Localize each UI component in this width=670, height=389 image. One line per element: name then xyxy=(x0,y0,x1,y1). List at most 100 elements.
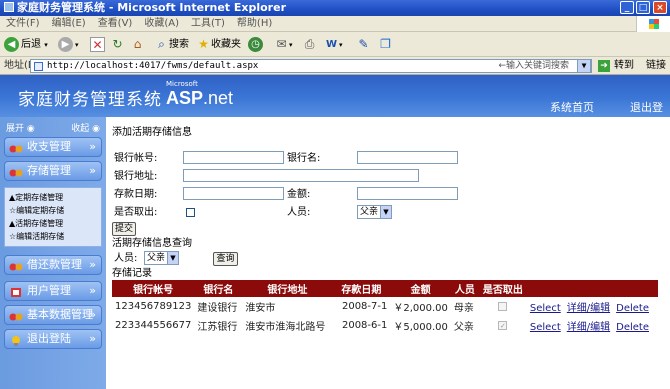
page-icon xyxy=(34,62,43,71)
coins-icon xyxy=(9,142,23,153)
address-dropdown[interactable]: ▼ xyxy=(577,59,591,73)
stop-button[interactable]: ✕ xyxy=(90,35,105,54)
submenu-edit-fixed[interactable]: ☆编辑定期存储 xyxy=(5,204,101,217)
windows-logo-icon xyxy=(636,16,670,32)
withdrawn-checkbox-disabled xyxy=(498,301,508,311)
collapse-all-button[interactable]: 收起 ◉ xyxy=(71,121,100,134)
address-bar: 地址(D) http://localhost:4017/fwms/default… xyxy=(0,57,670,75)
column-header: 银行地址 xyxy=(242,280,333,297)
cell-withdrawn: ✓ xyxy=(479,316,527,335)
query-person-select[interactable]: 父亲 ▼ xyxy=(144,251,179,265)
table-row: 123456789123 建设银行 淮安市 2008-7-1 ￥2,000.00… xyxy=(112,297,658,316)
menu-help[interactable]: 帮助(H) xyxy=(237,18,272,29)
menu-edit[interactable]: 编辑(E) xyxy=(52,18,86,29)
refresh-button[interactable]: ↻ xyxy=(110,35,125,54)
column-header: 人员 xyxy=(450,280,479,297)
person-label: 人员: xyxy=(287,207,311,218)
bank-name-input[interactable] xyxy=(357,151,458,164)
maximize-button[interactable]: □ xyxy=(636,1,650,14)
cell-bank: 江苏银行 xyxy=(197,322,238,333)
nav-home-link[interactable]: 系统首页 xyxy=(550,99,594,115)
submenu-fixed-storage[interactable]: ▲定期存储管理 xyxy=(5,191,101,204)
chevron-right-icon: » xyxy=(89,140,96,153)
go-button[interactable]: 转到 xyxy=(614,57,634,75)
select-link[interactable]: Select xyxy=(530,303,561,314)
search-button[interactable]: ⌕ 搜索 xyxy=(154,35,189,54)
menu-view[interactable]: 查看(V) xyxy=(98,18,133,29)
submit-button[interactable]: 提交 xyxy=(112,222,136,236)
messenger-icon: ✎ xyxy=(358,36,369,51)
table-row: 223344556677 江苏银行 淮安市淮海北路号 2008-6-1 ￥5,0… xyxy=(112,316,658,335)
research-button[interactable]: ❐ xyxy=(378,35,393,54)
column-header: 金额 xyxy=(390,280,451,297)
print-button[interactable]: ⎙ xyxy=(302,35,317,54)
lightbulb-icon xyxy=(9,334,23,346)
menu-file[interactable]: 文件(F) xyxy=(6,18,40,29)
delete-link[interactable]: Delete xyxy=(616,303,649,314)
expand-all-button[interactable]: 展开 ◉ xyxy=(6,121,35,134)
menu-tools[interactable]: 工具(T) xyxy=(191,18,225,29)
minimize-button[interactable]: _ xyxy=(620,1,634,14)
sidebar-item-basic-data[interactable]: 基本数据管理» xyxy=(4,305,102,325)
close-button[interactable]: × xyxy=(653,1,667,14)
column-header: 银行帐号 xyxy=(112,280,195,297)
deposit-date-input[interactable] xyxy=(183,187,284,200)
print-icon: ⎙ xyxy=(304,36,315,51)
column-header: 存款日期 xyxy=(332,280,391,297)
bank-account-input[interactable] xyxy=(183,151,284,164)
history-button[interactable]: ◷ xyxy=(248,35,265,54)
home-button[interactable]: ⌂ xyxy=(130,35,145,54)
links-button[interactable]: 链接 xyxy=(646,57,666,75)
form-section-title: 添加活期存储信息 xyxy=(112,127,192,138)
word-icon: W xyxy=(325,38,338,50)
sidebar-item-storage[interactable]: 存储管理» xyxy=(4,161,102,181)
select-link[interactable]: Select xyxy=(530,322,561,333)
bank-account-label: 银行帐号: xyxy=(114,153,158,164)
amount-input[interactable] xyxy=(357,187,458,200)
query-button[interactable]: 查询 xyxy=(213,252,238,266)
deposit-date-label: 存款日期: xyxy=(114,189,158,200)
sidebar-item-logout[interactable]: 退出登陆» xyxy=(4,329,102,349)
submenu-current-storage[interactable]: ▲活期存储管理 xyxy=(5,217,101,230)
sidebar-item-income[interactable]: 收支管理» xyxy=(4,137,102,157)
edit-link[interactable]: 详细/编辑 xyxy=(567,322,610,333)
user-icon xyxy=(9,286,23,297)
cell-amount: ￥5,000.00 xyxy=(393,322,448,333)
sidebar: 展开 ◉ 收起 ◉ 收支管理» 存储管理» ▲定期存储管理 ☆编辑定期存储 ▲活… xyxy=(0,117,106,389)
bank-name-label: 银行名: xyxy=(287,153,321,164)
messenger-button[interactable]: ✎ xyxy=(356,35,371,54)
forward-button[interactable]: ▶ ▾ xyxy=(58,35,79,54)
coins-icon xyxy=(9,310,23,321)
chevron-right-icon: » xyxy=(89,284,96,297)
address-url: http://localhost:4017/fwms/default.aspx xyxy=(47,61,259,71)
window-titlebar: 家庭财务管理系统 - Microsoft Internet Explorer _… xyxy=(0,0,670,16)
page-header: 家庭财务管理系统 Microsoft ASP.net 系统首页 退出登陆 xyxy=(0,75,670,130)
delete-link[interactable]: Delete xyxy=(616,322,649,333)
withdrawn-label: 是否取出: xyxy=(114,207,158,218)
search-hint: ←输入关键词搜索 xyxy=(498,61,569,71)
window-title: 家庭财务管理系统 - Microsoft Internet Explorer xyxy=(17,1,286,14)
search-icon: ⌕ xyxy=(158,36,165,51)
site-title: 家庭财务管理系统 xyxy=(18,90,162,110)
research-icon: ❐ xyxy=(380,36,391,51)
go-arrow-icon[interactable]: ➜ xyxy=(598,60,610,72)
column-header: 是否取出 xyxy=(478,280,527,297)
coins-icon xyxy=(9,260,23,271)
person-select[interactable]: 父亲 ▼ xyxy=(357,205,392,219)
favorites-button[interactable]: ★ 收藏夹 xyxy=(196,35,241,54)
edit-word-button[interactable]: W ▾ xyxy=(324,35,343,54)
sidebar-item-loans[interactable]: 借还款管理» xyxy=(4,255,102,275)
bank-address-input[interactable] xyxy=(183,169,419,182)
amount-label: 金额: xyxy=(287,189,311,200)
edit-link[interactable]: 详细/编辑 xyxy=(567,303,610,314)
menu-favorites[interactable]: 收藏(A) xyxy=(144,18,179,29)
withdrawn-checkbox[interactable] xyxy=(186,208,195,217)
back-button[interactable]: ◀ 后退 ▾ xyxy=(4,35,48,54)
refresh-icon: ↻ xyxy=(112,36,123,51)
sidebar-item-users[interactable]: 用户管理» xyxy=(4,281,102,301)
submenu-edit-current[interactable]: ☆编辑活期存储 xyxy=(5,230,101,243)
mail-button[interactable]: ✉ ▾ xyxy=(274,35,292,54)
cell-bank: 建设银行 xyxy=(197,303,238,314)
chevron-right-icon: » xyxy=(89,258,96,271)
address-input[interactable]: http://localhost:4017/fwms/default.aspx … xyxy=(30,59,592,73)
